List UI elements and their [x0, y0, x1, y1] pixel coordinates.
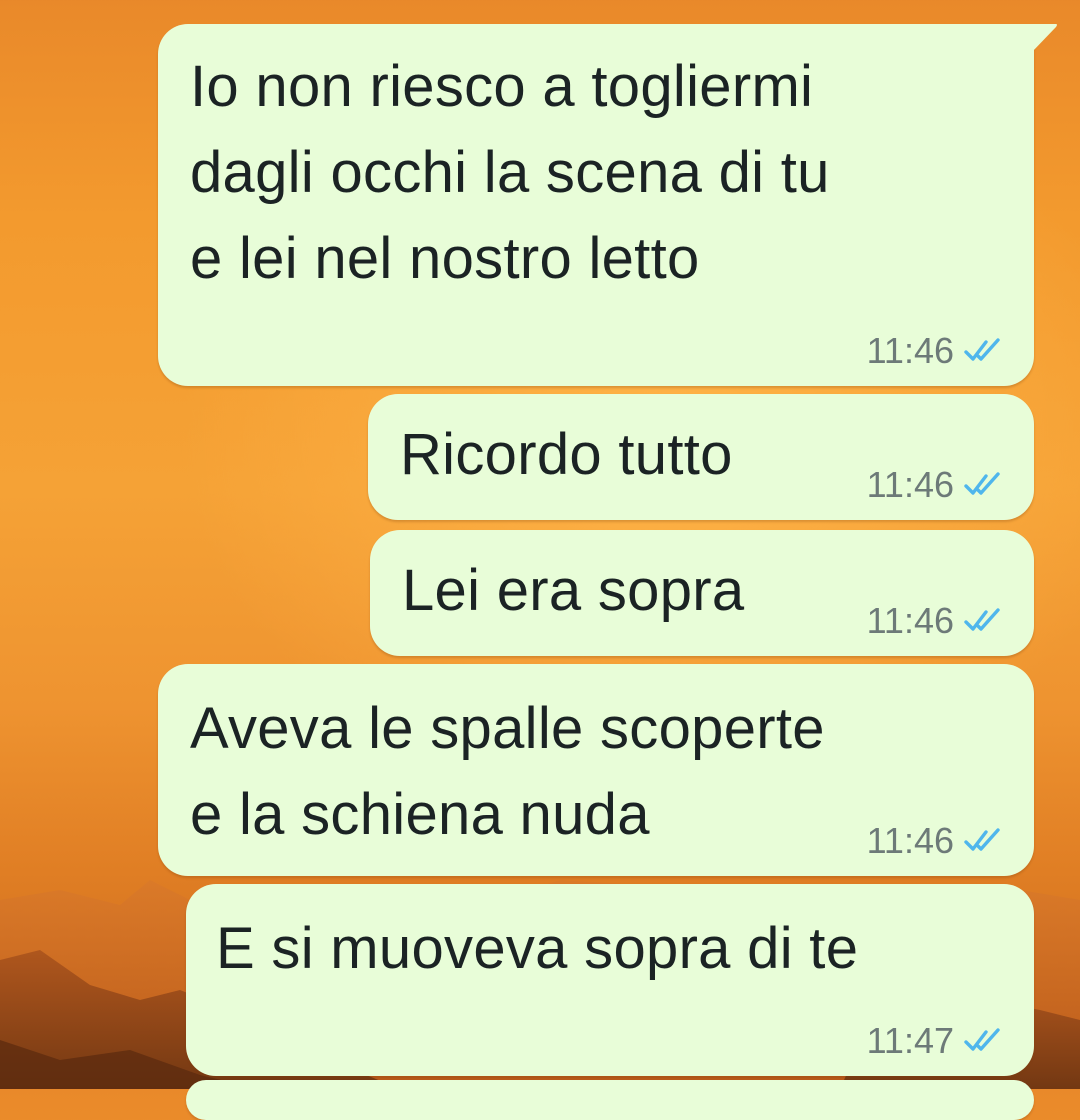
message-bubble[interactable]: Aveva le spalle scoperte e la schiena nu…	[158, 664, 1034, 876]
message-text: Lei era sopra	[402, 558, 745, 623]
message-bubble-partial[interactable]	[186, 1080, 1034, 1120]
double-check-icon	[964, 1028, 1000, 1051]
message-text: E si muoveva sopra di te	[216, 916, 859, 981]
message-bubble[interactable]: Lei era sopra 11:46	[370, 530, 1034, 656]
message-text: Ricordo tutto	[400, 422, 733, 487]
message-meta: 11:46	[867, 464, 1004, 506]
message-time: 11:46	[866, 330, 954, 371]
message-text: Aveva le spalle scoperte e la schiena nu…	[190, 696, 825, 847]
message-time: 11:46	[866, 600, 954, 641]
double-check-icon	[964, 472, 1000, 495]
double-check-icon	[964, 338, 1000, 361]
bubble-tail	[1032, 24, 1057, 52]
message-time: 11:46	[866, 464, 954, 505]
message-meta: 11:46	[867, 600, 1004, 642]
double-check-icon	[964, 608, 1000, 631]
message-meta: 11:46	[867, 820, 1004, 862]
message-time: 11:46	[866, 820, 954, 861]
message-bubble[interactable]: Ricordo tutto 11:46	[368, 394, 1034, 520]
message-text: Io non riesco a togliermi dagli occhi la…	[190, 54, 830, 291]
message-bubble[interactable]: Io non riesco a togliermi dagli occhi la…	[158, 24, 1057, 386]
message-meta: 11:46	[867, 330, 1004, 372]
double-check-icon	[964, 828, 1000, 851]
message-meta: 11:47	[867, 1020, 1004, 1062]
message-bubble[interactable]: E si muoveva sopra di te 11:47	[186, 884, 1034, 1076]
message-time: 11:47	[866, 1020, 954, 1061]
